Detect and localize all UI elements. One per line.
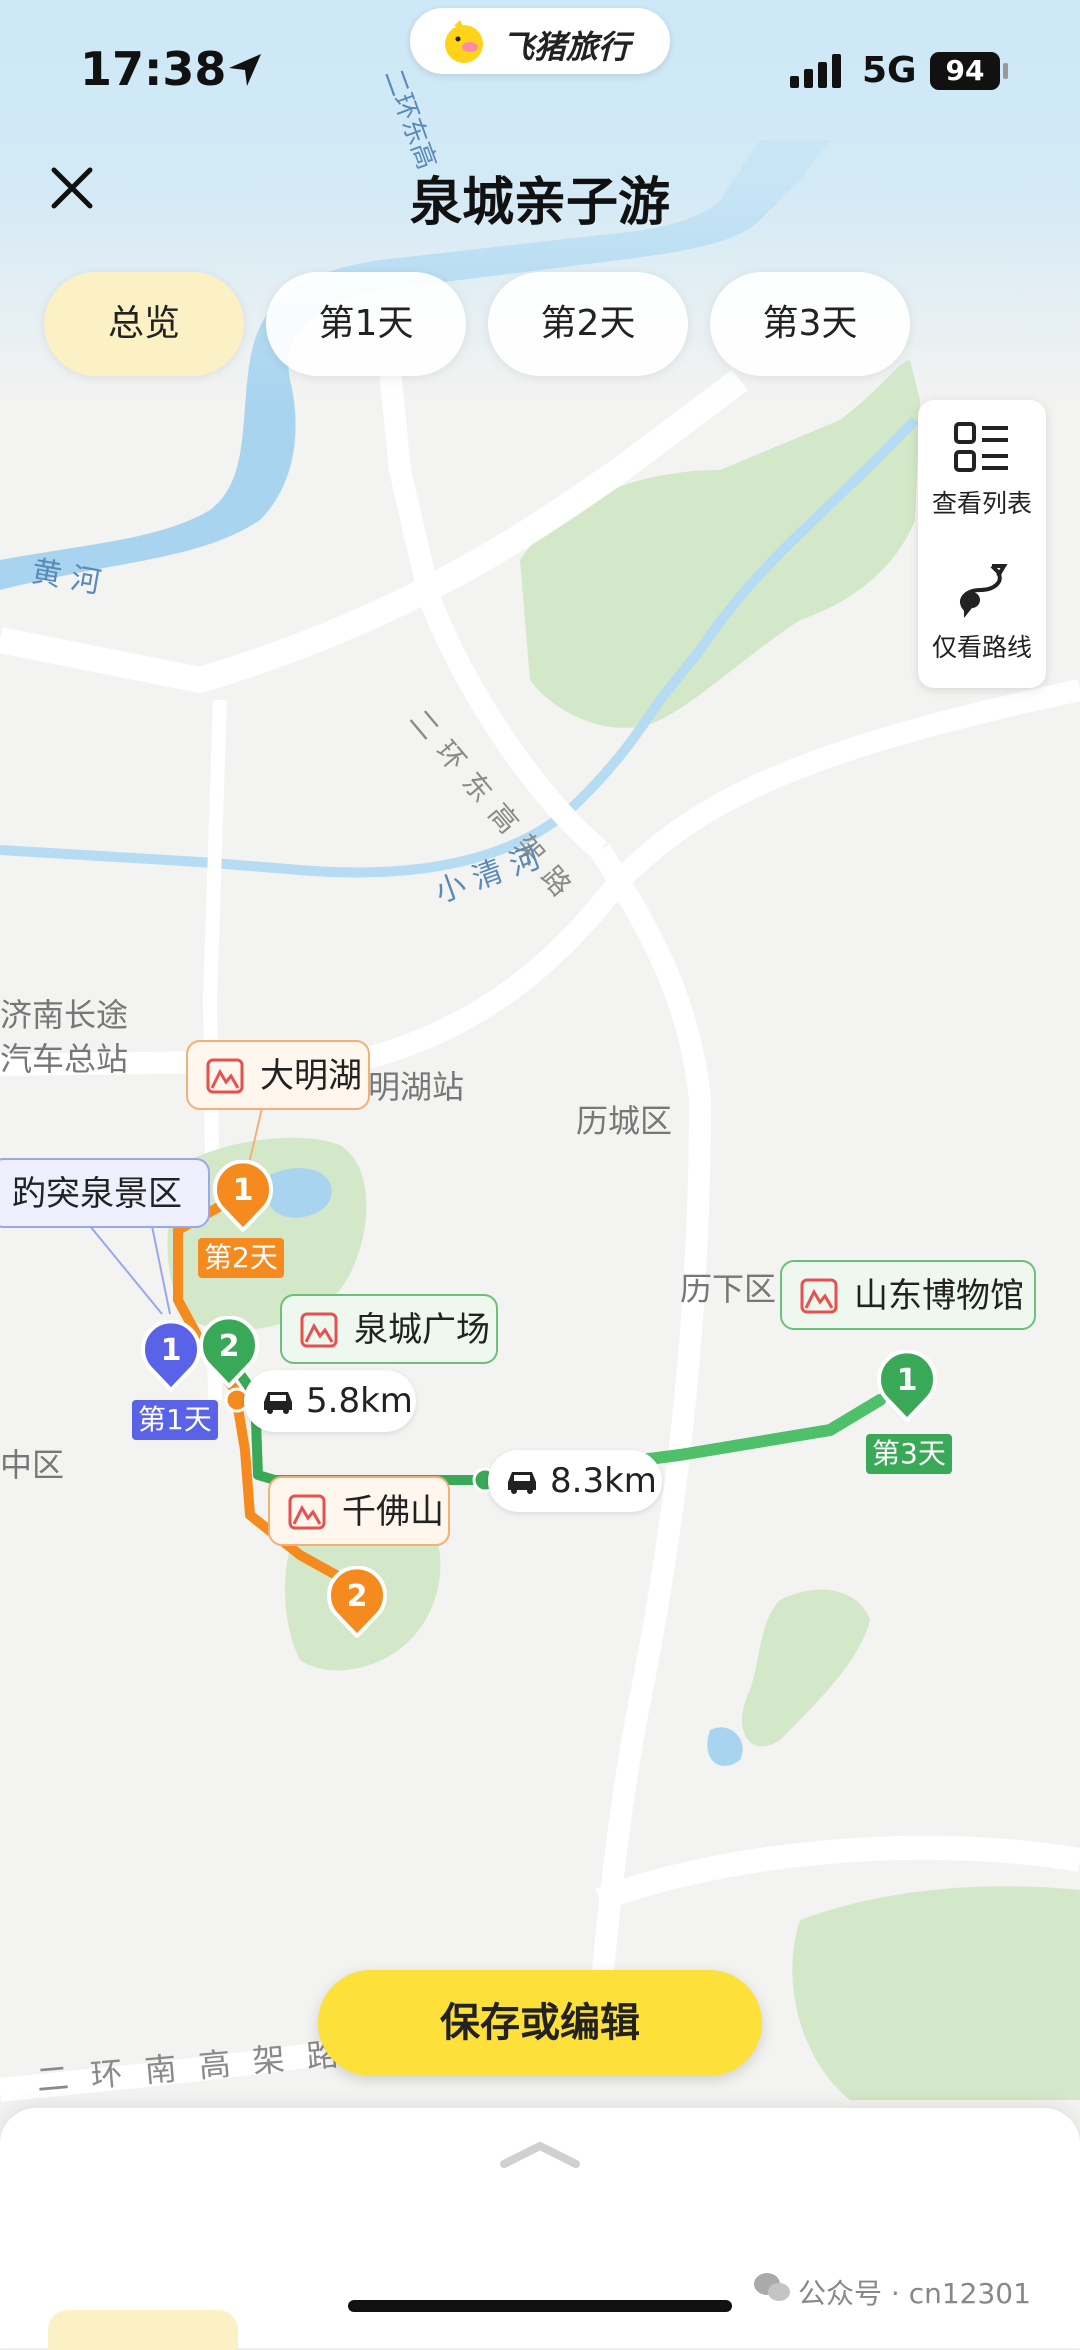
pin-day1-1[interactable]: 1 — [140, 1320, 202, 1392]
fliggy-logo-icon — [445, 20, 483, 63]
route-only-button[interactable]: 仅看路线 — [918, 560, 1046, 664]
poi-baotuquan[interactable]: 趵突泉景区 — [0, 1158, 210, 1228]
brand-pill[interactable]: 飞猪旅行 — [410, 8, 670, 74]
poi-qianfoshan[interactable]: 千佛山 — [268, 1476, 450, 1546]
wechat-icon — [754, 2273, 790, 2301]
distance-2-label: 8.3km — [550, 1461, 657, 1501]
page-title: 泉城亲子游 — [409, 173, 670, 233]
poi-connector — [247, 1108, 263, 1168]
map-label-bus-station-1: 济南长途 — [0, 996, 129, 1034]
status-bar: 17:38 飞猪旅行 5G 94 — [0, 0, 1080, 140]
route-icon — [960, 564, 1008, 618]
poi-quancheng[interactable]: 泉城广场 — [280, 1294, 498, 1364]
svg-text:2: 2 — [219, 1329, 240, 1364]
map-label-bus-station-2: 汽车总站 — [0, 1040, 129, 1078]
tab-day3[interactable]: 第3天 — [710, 272, 910, 376]
distance-chip-2: 8.3km — [488, 1450, 662, 1512]
pin-day2-1[interactable]: 1 — [212, 1160, 274, 1232]
tab-overview[interactable]: 总览 — [44, 272, 244, 376]
car-icon — [264, 1392, 292, 1414]
scenic-icon — [300, 1312, 338, 1348]
view-list-button[interactable]: 查看列表 — [918, 420, 1046, 520]
poi-museum-label: 山东博物馆 — [854, 1276, 1024, 1316]
poi-museum[interactable]: 山东博物馆 — [780, 1260, 1036, 1330]
pin-day2-2[interactable]: 2 — [326, 1566, 388, 1638]
route-only-label: 仅看路线 — [931, 633, 1032, 662]
distance-chip-1: 5.8km — [244, 1370, 416, 1432]
list-icon — [954, 422, 1008, 472]
map-label-lixia: 历下区 — [680, 1270, 777, 1308]
poi-daminghu-label: 大明湖 — [260, 1056, 362, 1096]
poi-qianfoshan-label: 千佛山 — [342, 1492, 444, 1532]
map-label-licheng: 历城区 — [576, 1102, 673, 1140]
scenic-icon — [206, 1058, 244, 1094]
poi-daminghu[interactable]: 大明湖 — [186, 1040, 370, 1110]
svg-text:1: 1 — [897, 1363, 918, 1398]
car-icon — [508, 1472, 536, 1494]
map-side-panel: 查看列表 仅看路线 — [918, 400, 1046, 688]
location-arrow-icon — [229, 54, 261, 86]
map-label-daming-station: 明湖站 — [368, 1068, 465, 1106]
day1-tag: 第1天 — [132, 1400, 218, 1440]
battery-level: 94 — [930, 52, 1000, 90]
poi-connector-blue — [90, 1226, 171, 1315]
svg-text:1: 1 — [233, 1173, 254, 1208]
distance-1-label: 5.8km — [306, 1381, 413, 1421]
day2-tag: 第2天 — [198, 1238, 284, 1278]
tab-day2[interactable]: 第2天 — [488, 272, 688, 376]
svg-text:1: 1 — [161, 1333, 182, 1368]
save-or-edit-button[interactable]: 保存或编辑 — [318, 1970, 762, 2076]
network-type: 5G — [862, 50, 917, 91]
scenic-icon — [288, 1494, 326, 1530]
cellular-signal-icon — [790, 54, 841, 88]
poi-baotuquan-label: 趵突泉景区 — [12, 1174, 182, 1214]
status-time: 17:38 — [80, 42, 227, 96]
pin-day1-2[interactable]: 2 — [198, 1316, 260, 1388]
tab-day1[interactable]: 第1天 — [266, 272, 466, 376]
watermark-text: 公众号 · cn12301 — [798, 2277, 1031, 2310]
home-indicator — [348, 2300, 732, 2312]
poi-quancheng-label: 泉城广场 — [354, 1310, 490, 1350]
view-list-label: 查看列表 — [931, 489, 1032, 518]
sheet-tab-peek[interactable] — [48, 2310, 238, 2350]
battery-tip — [1003, 63, 1008, 79]
map-label-shizhong: 中区 — [0, 1446, 65, 1484]
pin-day3-1[interactable]: 1 — [876, 1350, 938, 1422]
brand-name: 飞猪旅行 — [502, 28, 631, 66]
day3-tag: 第3天 — [866, 1434, 952, 1474]
svg-text:2: 2 — [347, 1579, 368, 1614]
sheet-handle-chevron-up-icon[interactable] — [500, 2140, 580, 2170]
scenic-icon — [800, 1278, 838, 1314]
